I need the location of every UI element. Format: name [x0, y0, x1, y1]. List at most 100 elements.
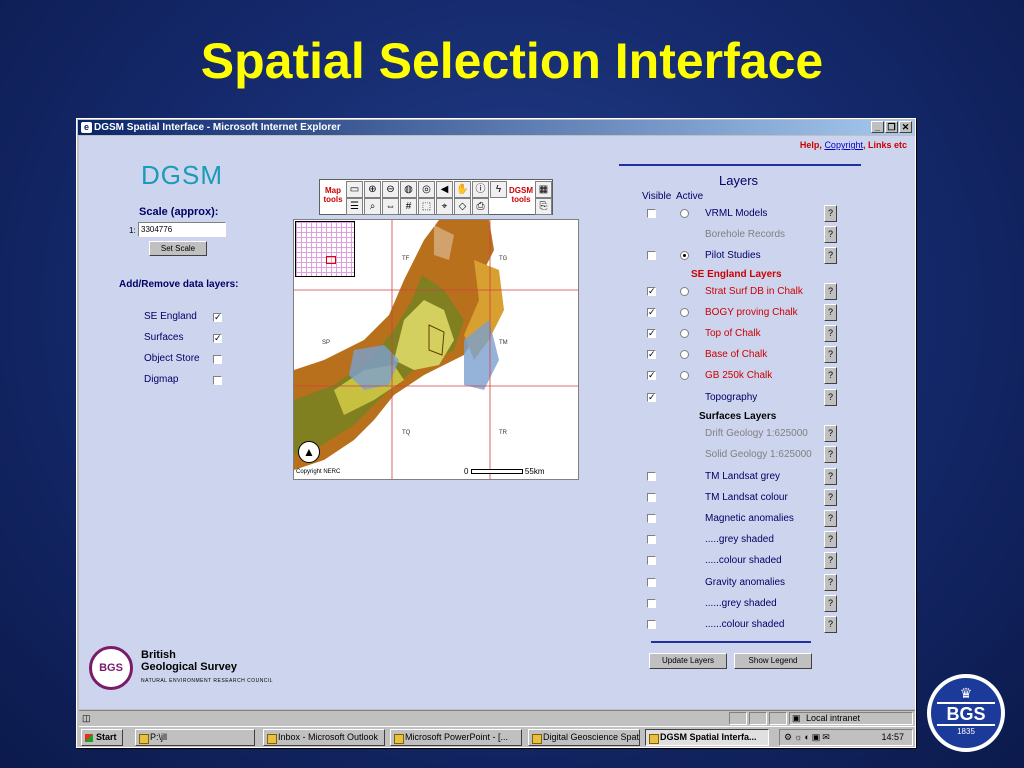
dgsm-export-icon[interactable]: ⎘ [535, 198, 552, 215]
hotlink-icon[interactable]: ϟ [490, 181, 507, 198]
minimize-button[interactable]: _ [871, 121, 884, 133]
layer-name: Borehole Records [705, 229, 786, 240]
layer-help-button[interactable]: ? [824, 389, 837, 406]
layer-visible-checkbox[interactable]: ✓ [647, 329, 656, 338]
layer-help-button[interactable]: ? [824, 346, 837, 363]
layer-visible-checkbox[interactable]: ✓ [647, 308, 656, 317]
map-view[interactable]: TF TG SP TM TQ TR ▲ Copyright NERC 0 55k… [293, 219, 579, 480]
zoom-in-icon[interactable]: ⊕ [364, 181, 381, 198]
select-polygon-icon[interactable]: ⌖ [436, 198, 453, 215]
update-layers-button[interactable]: Update Layers [649, 653, 727, 669]
restore-button[interactable]: ❐ [885, 121, 898, 133]
layer-help-button[interactable]: ? [824, 247, 837, 264]
data-layer-checkbox[interactable]: ✓ [213, 334, 222, 343]
layer-active-radio[interactable] [680, 251, 689, 260]
layer-visible-checkbox[interactable] [647, 578, 656, 587]
status-cell-1 [729, 712, 747, 725]
links-etc-link[interactable]: Links etc [868, 140, 907, 150]
layer-active-radio[interactable] [680, 209, 689, 218]
layer-visible-checkbox[interactable]: ✓ [647, 287, 656, 296]
taskbar-button[interactable]: Inbox - Microsoft Outlook [263, 729, 385, 746]
layer-help-button[interactable]: ? [824, 616, 837, 633]
layer-active-radio[interactable] [680, 350, 689, 359]
layer-visible-checkbox[interactable] [647, 599, 656, 608]
data-layer-checkbox[interactable] [213, 376, 222, 385]
slide-title: Spatial Selection Interface [200, 33, 824, 89]
layer-visible-checkbox[interactable]: ✓ [647, 393, 656, 402]
data-layer-checkbox[interactable]: ✓ [213, 313, 222, 322]
layer-name: BOGY proving Chalk [705, 307, 798, 318]
status-cell-2 [749, 712, 767, 725]
layer-active-radio[interactable] [680, 329, 689, 338]
layer-help-button[interactable]: ? [824, 283, 837, 300]
overview-map[interactable] [295, 221, 355, 277]
scale-input[interactable]: 3304776 [138, 222, 226, 237]
clock: 14:57 [881, 732, 904, 742]
layer-help-button[interactable]: ? [824, 205, 837, 222]
taskbar-button[interactable]: DGSM Spatial Interfa... [645, 729, 769, 746]
layer-help-button[interactable]: ? [824, 367, 837, 384]
layer-visible-checkbox[interactable] [647, 209, 656, 218]
layer-help-button[interactable]: ? [824, 574, 837, 591]
layer-help-button[interactable]: ? [824, 468, 837, 485]
layer-active-radio[interactable] [680, 287, 689, 296]
layer-visible-checkbox[interactable] [647, 556, 656, 565]
taskbar-button[interactable]: P:\jll [135, 729, 255, 746]
layer-active-radio[interactable] [680, 371, 689, 380]
layer-help-button[interactable]: ? [824, 425, 837, 442]
pan-hand-icon[interactable]: ✋ [454, 181, 471, 198]
copyright-link[interactable]: Copyright [824, 140, 863, 150]
map-toolbar: Map tools ▭ ⊕ ⊖ ◍ ◎ ◀ ✋ ⓘ ϟ ☰ ⌕ ⇔ # ⬚ ⌖ … [319, 179, 553, 215]
layer-visible-checkbox[interactable] [647, 472, 656, 481]
layer-name: .....grey shaded [705, 534, 774, 545]
print-icon[interactable]: ⎙ [472, 198, 489, 215]
start-button[interactable]: Start [81, 729, 123, 746]
layer-help-button[interactable]: ? [824, 446, 837, 463]
grid-label-tf: TF [402, 256, 410, 262]
layer-help-button[interactable]: ? [824, 552, 837, 569]
layer-name: TM Landsat colour [705, 492, 788, 503]
measure-icon[interactable]: ⇔ [382, 198, 399, 215]
layer-visible-checkbox[interactable]: ✓ [647, 371, 656, 380]
layer-help-button[interactable]: ? [824, 531, 837, 548]
layer-name: Drift Geology 1:625000 [705, 428, 808, 439]
select-icon[interactable]: ⬚ [418, 198, 435, 215]
layer-help-button[interactable]: ? [824, 304, 837, 321]
grid-label-tr: TR [499, 430, 507, 436]
data-layer-checkbox[interactable] [213, 355, 222, 364]
zoom-out-icon[interactable]: ⊖ [382, 181, 399, 198]
layer-visible-checkbox[interactable] [647, 251, 656, 260]
taskbar-button[interactable]: Digital Geoscience Spati... [528, 729, 640, 746]
legend-icon[interactable]: ☰ [346, 198, 363, 215]
grid-label-tg: TG [499, 256, 508, 262]
layer-help-button[interactable]: ? [824, 595, 837, 612]
layer-help-button[interactable]: ? [824, 510, 837, 527]
ie-icon: e [81, 122, 92, 133]
clear-selection-icon[interactable]: ◇ [454, 198, 471, 215]
layer-visible-checkbox[interactable] [647, 514, 656, 523]
back-arrow-icon[interactable]: ◀ [436, 181, 453, 198]
find-icon[interactable]: ⌕ [364, 198, 381, 215]
dgsm-query-icon[interactable]: ▦ [535, 181, 552, 198]
identify-icon[interactable]: ⓘ [472, 181, 489, 198]
zoom-next-icon[interactable]: ◎ [418, 181, 435, 198]
scalebar-bar [470, 469, 523, 475]
set-scale-button[interactable]: Set Scale [149, 241, 207, 256]
full-extent-icon[interactable]: ▭ [346, 181, 363, 198]
tray-icons[interactable]: ⚙☼◐▣✉ [784, 730, 832, 745]
data-layer-label: Digmap [144, 374, 179, 385]
layer-help-button[interactable]: ? [824, 226, 837, 243]
close-button[interactable]: ✕ [899, 121, 912, 133]
zoom-previous-icon[interactable]: ◍ [400, 181, 417, 198]
show-legend-button[interactable]: Show Legend [734, 653, 812, 669]
grid-icon[interactable]: # [400, 198, 417, 215]
layer-help-button[interactable]: ? [824, 325, 837, 342]
layer-visible-checkbox[interactable] [647, 620, 656, 629]
layer-visible-checkbox[interactable] [647, 493, 656, 502]
taskbar-button[interactable]: Microsoft PowerPoint - [... [390, 729, 522, 746]
layer-help-button[interactable]: ? [824, 489, 837, 506]
layer-visible-checkbox[interactable] [647, 535, 656, 544]
help-link[interactable]: Help [800, 140, 820, 150]
layer-visible-checkbox[interactable]: ✓ [647, 350, 656, 359]
layer-active-radio[interactable] [680, 308, 689, 317]
